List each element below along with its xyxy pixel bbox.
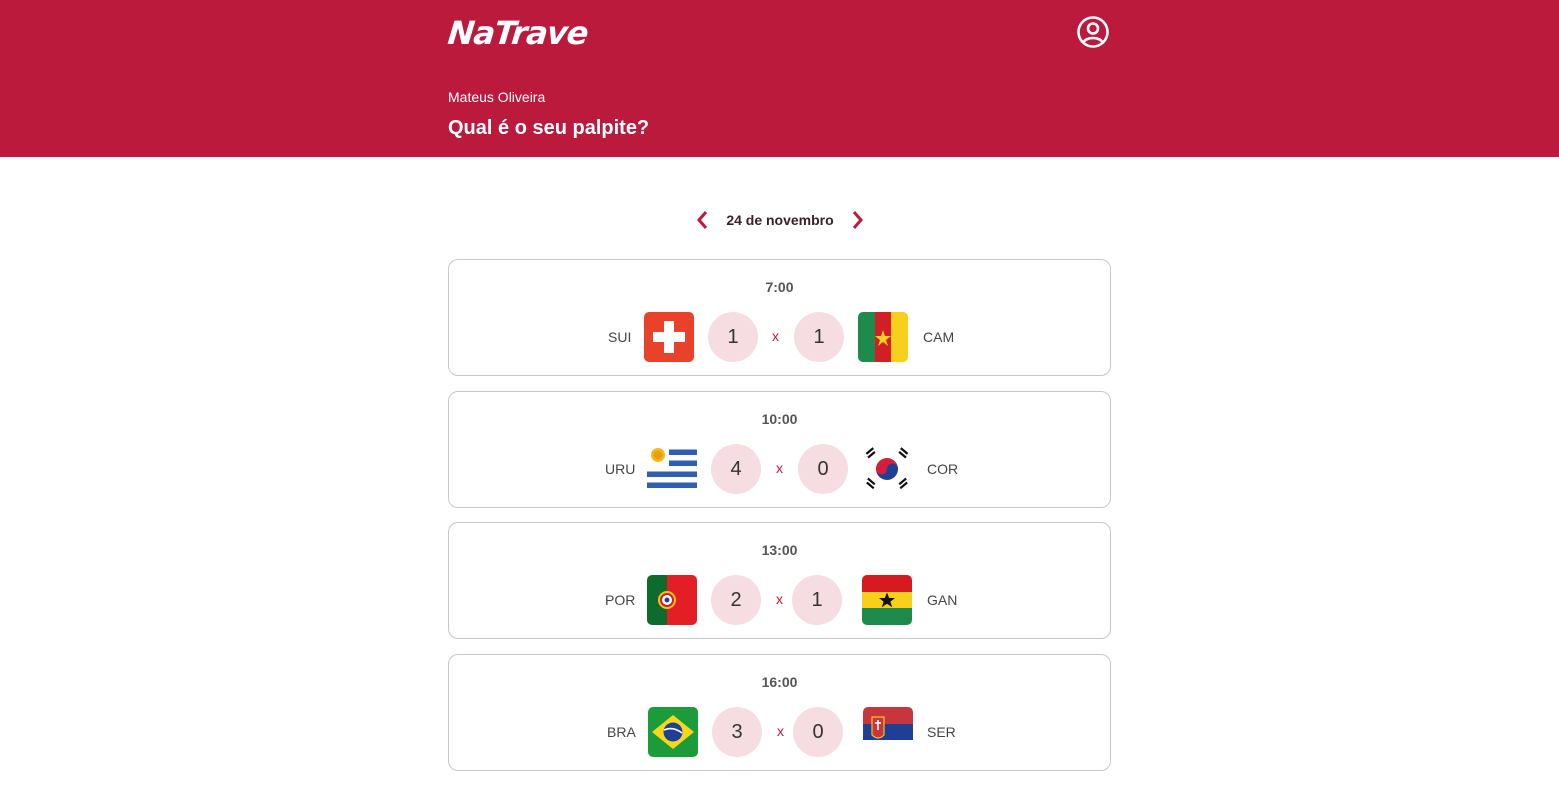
chevron-right-icon — [852, 211, 863, 229]
away-team-code: COR — [927, 461, 959, 477]
versus-separator: x — [776, 591, 783, 607]
game-time: 10:00 — [761, 411, 798, 427]
home-team-code: BRA — [607, 724, 636, 740]
home-score-input[interactable]: 2 — [711, 575, 761, 625]
home-team-code: SUI — [608, 329, 632, 345]
home-score-input[interactable]: 4 — [711, 444, 761, 494]
away-score-input[interactable]: 1 — [794, 312, 844, 362]
home-team-code: POR — [605, 592, 636, 608]
ghana-flag-icon — [862, 575, 912, 625]
game-card: 13:00 POR 2 x 1 GAN — [448, 522, 1111, 639]
date-navigator: 24 de novembro — [690, 205, 870, 235]
next-day-button[interactable] — [846, 205, 870, 235]
away-team-code: SER — [927, 724, 956, 740]
home-team-code: URU — [605, 461, 636, 477]
away-team-code: GAN — [927, 592, 958, 608]
user-name: Mateus Oliveira — [448, 89, 546, 105]
profile-button[interactable] — [1076, 15, 1110, 49]
versus-separator: x — [772, 328, 779, 344]
game-card: 10:00 URU 4 x 0 COR — [448, 391, 1111, 508]
south-korea-flag-icon — [862, 444, 912, 494]
prev-day-button[interactable] — [690, 205, 714, 235]
game-time: 16:00 — [761, 674, 798, 690]
header: NaTrave Mateus Oliveira Qual é o seu pal… — [0, 0, 1559, 157]
versus-separator: x — [776, 460, 783, 476]
game-card: 7:00 SUI 1 x 1 CAM — [448, 259, 1111, 376]
away-score-input[interactable]: 0 — [793, 707, 843, 757]
page-title: Qual é o seu palpite? — [448, 117, 650, 139]
brazil-flag-icon — [648, 707, 698, 757]
cameroon-flag-icon — [858, 312, 908, 362]
away-score-input[interactable]: 0 — [798, 444, 848, 494]
uruguay-flag-icon — [647, 444, 697, 494]
game-card: 16:00 BRA 3 x 0 SER — [448, 654, 1111, 771]
away-score-input[interactable]: 1 — [792, 575, 842, 625]
switzerland-flag-icon — [644, 312, 694, 362]
current-date: 24 de novembro — [726, 212, 834, 228]
home-score-input[interactable]: 1 — [708, 312, 758, 362]
versus-separator: x — [777, 723, 784, 739]
game-time: 13:00 — [761, 542, 798, 558]
chevron-left-icon — [697, 211, 708, 229]
portugal-flag-icon — [647, 575, 697, 625]
away-team-code: CAM — [923, 329, 955, 345]
serbia-flag-icon — [863, 707, 913, 757]
user-circle-icon — [1077, 16, 1109, 48]
home-score-input[interactable]: 3 — [712, 707, 762, 757]
logo: NaTrave — [446, 14, 590, 52]
game-time: 7:00 — [765, 279, 794, 295]
